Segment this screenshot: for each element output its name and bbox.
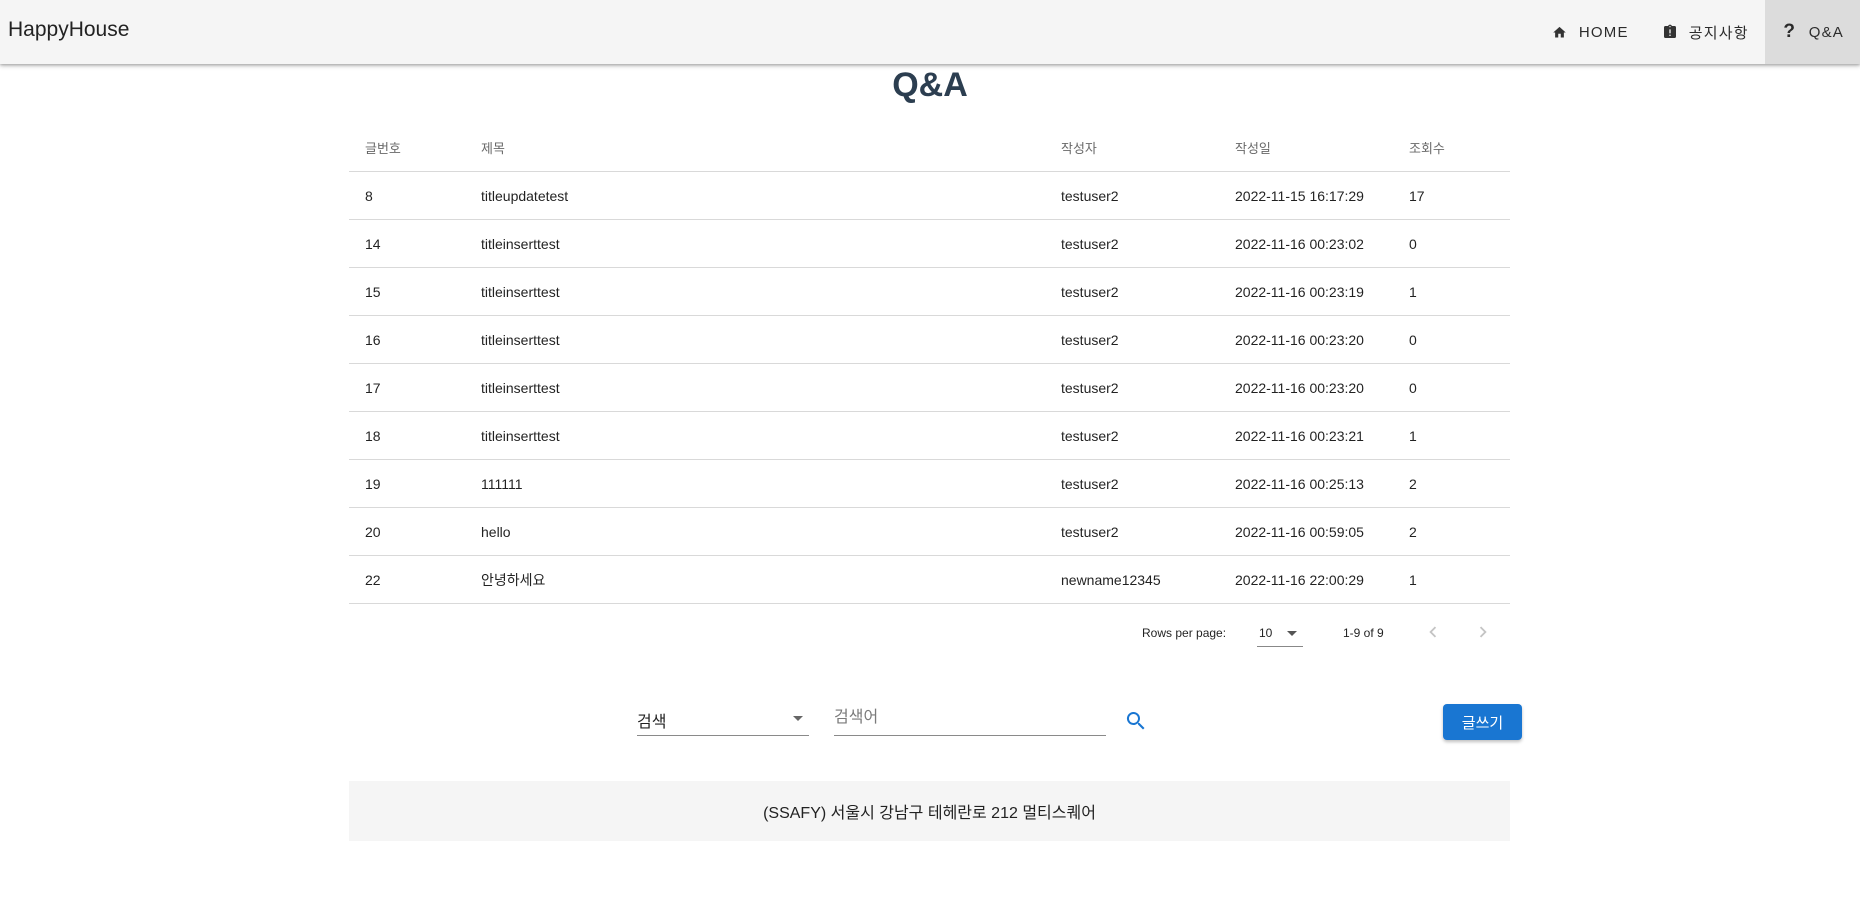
cell-views: 2 [1393, 507, 1510, 556]
site-footer: (SSAFY) 서울시 강남구 테헤란로 212 멀티스퀘어 [349, 781, 1510, 841]
search-type-value: 검색 [637, 714, 667, 731]
cell-views: 0 [1393, 219, 1510, 268]
table-row[interactable]: 22 안녕하세요 newname12345 2022-11-16 22:00:29 1 [349, 555, 1510, 604]
chevron-right-icon [1479, 626, 1487, 638]
magnify-icon [1126, 711, 1145, 730]
cell-title: 111111 [465, 459, 1045, 508]
question-mark-icon: ? [1783, 21, 1797, 42]
cell-views: 1 [1393, 411, 1510, 460]
cell-author: testuser2 [1045, 411, 1219, 460]
cell-title: titleinserttest [465, 219, 1045, 268]
cell-date: 2022-11-16 00:23:20 [1219, 363, 1393, 412]
cell-no: 15 [349, 267, 465, 316]
cell-author: testuser2 [1045, 459, 1219, 508]
nav-notice-button[interactable]: 공지사항 [1645, 0, 1765, 64]
nav-qna-label: Q&A [1808, 23, 1844, 41]
clipboard-alert-icon [1661, 23, 1679, 41]
cell-views: 2 [1393, 459, 1510, 508]
top-nav: HOME 공지사항 ? Q&A [1535, 0, 1860, 64]
header-author[interactable]: 작성자 [1045, 123, 1219, 172]
header-no[interactable]: 글번호 [349, 123, 465, 172]
cell-no: 14 [349, 219, 465, 268]
nav-home-button[interactable]: HOME [1535, 0, 1645, 64]
cell-date: 2022-11-15 16:17:29 [1219, 171, 1393, 220]
page-title: Q&A [892, 66, 968, 104]
table-row[interactable]: 14 titleinserttest testuser2 2022-11-16 00:… [349, 219, 1510, 268]
nav-qna-button[interactable]: ? Q&A [1764, 0, 1860, 64]
table-row[interactable]: 19 111111 testuser2 2022-11-16 00:25:13 2 [349, 459, 1510, 508]
cell-date: 2022-11-16 00:23:19 [1219, 267, 1393, 316]
cell-no: 20 [349, 507, 465, 556]
cell-title: hello [465, 507, 1045, 556]
cell-author: newname12345 [1045, 555, 1219, 604]
cell-no: 8 [349, 171, 465, 220]
rows-per-page-value: 10 [1259, 626, 1273, 640]
cell-views: 1 [1393, 267, 1510, 316]
qna-table: 글번호 제목 작성자 작성일 조회수 8 titleupdatetest testu… [349, 123, 1510, 604]
cell-title: titleinserttest [465, 363, 1045, 412]
cell-author: testuser2 [1045, 219, 1219, 268]
cell-date: 2022-11-16 00:23:20 [1219, 315, 1393, 364]
nav-home-label: HOME [1578, 23, 1629, 41]
menu-down-icon [1287, 631, 1297, 636]
rows-per-page-select[interactable]: 10 [1257, 618, 1303, 647]
footer-address: (SSAFY) 서울시 강남구 테헤란로 212 멀티스퀘어 [763, 805, 1096, 822]
cell-date: 2022-11-16 00:59:05 [1219, 507, 1393, 556]
menu-down-icon [793, 716, 803, 721]
cell-author: testuser2 [1045, 267, 1219, 316]
cell-no: 17 [349, 363, 465, 412]
cell-no: 18 [349, 411, 465, 460]
cell-author: testuser2 [1045, 363, 1219, 412]
table-row[interactable]: 20 hello testuser2 2022-11-16 00:59:05 2 [349, 507, 1510, 556]
home-icon [1551, 23, 1569, 41]
table-row[interactable]: 17 titleinserttest testuser2 2022-11-16 00:… [349, 363, 1510, 412]
table-header-row: 글번호 제목 작성자 작성일 조회수 [349, 123, 1510, 172]
search-input[interactable] [834, 700, 1106, 736]
brand-title[interactable]: HappyHouse [8, 18, 129, 42]
cell-title: titleinserttest [465, 267, 1045, 316]
cell-no: 16 [349, 315, 465, 364]
cell-views: 17 [1393, 171, 1510, 220]
table-row[interactable]: 18 titleinserttest testuser2 2022-11-16 00:… [349, 411, 1510, 460]
cell-title: titleinserttest [465, 411, 1045, 460]
search-type-select[interactable]: 검색 [637, 700, 809, 736]
cell-no: 19 [349, 459, 465, 508]
search-button[interactable] [1124, 709, 1148, 733]
cell-date: 2022-11-16 22:00:29 [1219, 555, 1393, 604]
header-views[interactable]: 조회수 [1393, 123, 1510, 172]
table-row[interactable]: 16 titleinserttest testuser2 2022-11-16 00:… [349, 315, 1510, 364]
table-footer: Rows per page: 10 1-9 of 9 [349, 609, 1510, 657]
cell-views: 0 [1393, 315, 1510, 364]
app-bar: HappyHouse HOME 공지사항 ? Q&A [0, 0, 1860, 64]
header-title[interactable]: 제목 [465, 123, 1045, 172]
cell-author: testuser2 [1045, 507, 1219, 556]
write-button[interactable]: 글쓰기 [1443, 704, 1522, 740]
cell-author: testuser2 [1045, 171, 1219, 220]
cell-views: 1 [1393, 555, 1510, 604]
chevron-left-icon [1429, 626, 1437, 638]
cell-no: 22 [349, 555, 465, 604]
header-date[interactable]: 작성일 [1219, 123, 1393, 172]
cell-date: 2022-11-16 00:23:02 [1219, 219, 1393, 268]
cell-title: titleupdatetest [465, 171, 1045, 220]
rows-per-page-label: Rows per page: [1142, 626, 1227, 640]
nav-notice-label: 공지사항 [1688, 24, 1749, 42]
next-page-button[interactable] [1472, 621, 1494, 643]
table-row[interactable]: 15 titleinserttest testuser2 2022-11-16 00:… [349, 267, 1510, 316]
cell-title: titleinserttest [465, 315, 1045, 364]
cell-title: 안녕하세요 [465, 555, 1045, 604]
cell-date: 2022-11-16 00:25:13 [1219, 459, 1393, 508]
cell-author: testuser2 [1045, 315, 1219, 364]
page-range: 1-9 of 9 [1343, 626, 1384, 640]
table-row[interactable]: 8 titleupdatetest testuser2 2022-11-15 16:1… [349, 171, 1510, 220]
cell-date: 2022-11-16 00:23:21 [1219, 411, 1393, 460]
prev-page-button[interactable] [1422, 621, 1444, 643]
cell-views: 0 [1393, 363, 1510, 412]
